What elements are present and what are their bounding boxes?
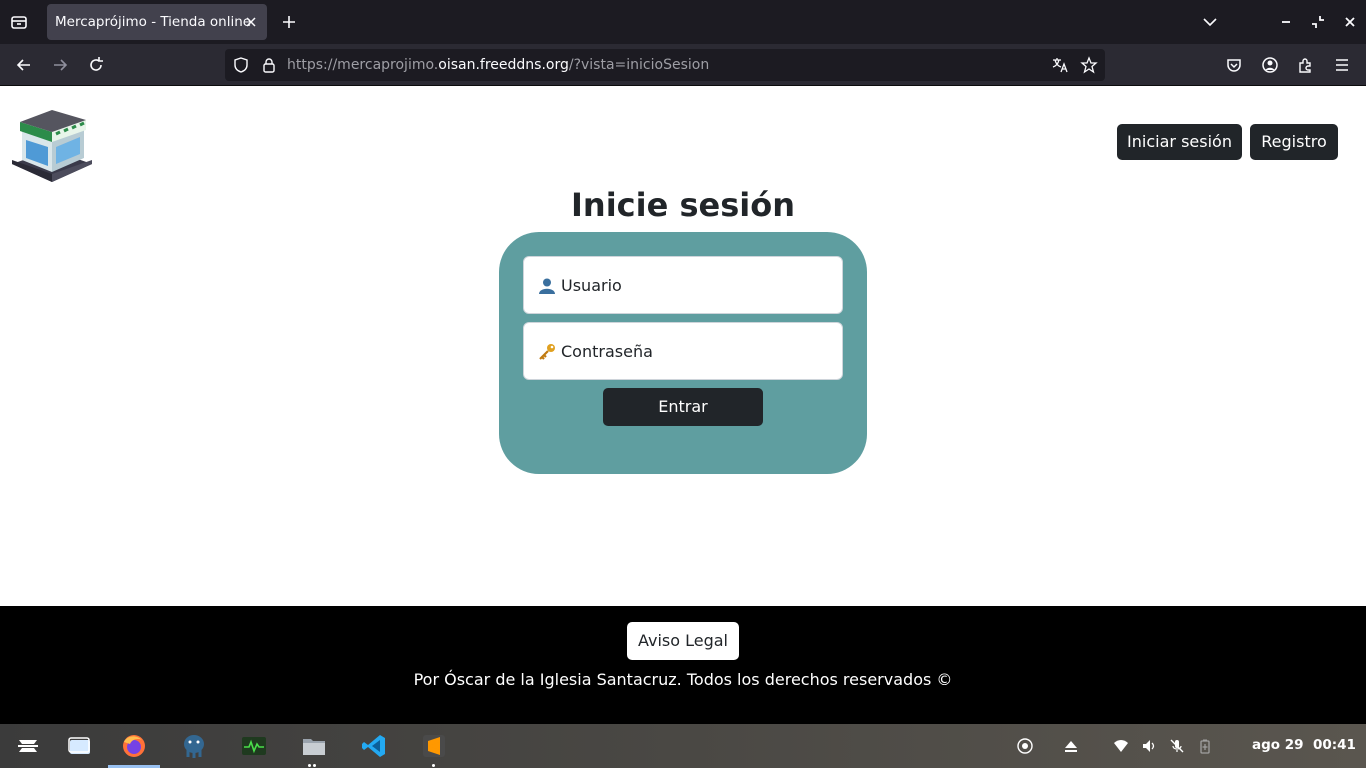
running-dot xyxy=(432,764,435,767)
workspaces-icon[interactable] xyxy=(66,732,94,760)
login-nav-button[interactable]: Iniciar sesión xyxy=(1117,124,1242,160)
minimize-icon[interactable] xyxy=(1276,12,1296,32)
password-field[interactable]: Contraseña xyxy=(523,322,843,380)
back-icon[interactable] xyxy=(14,55,34,75)
shield-icon[interactable] xyxy=(232,56,250,74)
account-icon[interactable] xyxy=(1260,55,1280,75)
browser-tab-bar: Mercaprójimo - Tienda online xyxy=(0,0,1366,44)
running-dot xyxy=(308,764,311,767)
forward-icon[interactable] xyxy=(50,55,70,75)
key-icon xyxy=(537,342,557,362)
tab-list-icon[interactable] xyxy=(9,12,29,32)
sublime-text-icon[interactable] xyxy=(420,732,448,760)
menu-icon[interactable] xyxy=(1332,55,1352,75)
bookmark-star-icon[interactable] xyxy=(1080,56,1098,74)
close-tab-icon[interactable] xyxy=(243,14,259,30)
tab-title: Mercaprójimo - Tienda online xyxy=(55,14,252,30)
new-tab-icon[interactable] xyxy=(281,14,297,30)
battery-icon[interactable] xyxy=(1197,738,1213,754)
pocket-icon[interactable] xyxy=(1224,55,1244,75)
files-icon[interactable] xyxy=(300,732,328,760)
submit-button[interactable]: Entrar xyxy=(603,388,763,426)
obs-tray-icon[interactable] xyxy=(1017,738,1033,754)
password-placeholder: Contraseña xyxy=(561,342,653,361)
restore-icon[interactable] xyxy=(1308,12,1328,32)
page-title: Inicie sesión xyxy=(571,186,795,224)
login-form: Usuario Contraseña Entrar xyxy=(499,232,867,474)
username-field[interactable]: Usuario xyxy=(523,256,843,314)
browser-tab-active[interactable]: Mercaprójimo - Tienda online xyxy=(47,4,267,40)
vscode-icon[interactable] xyxy=(360,732,388,760)
lock-icon[interactable] xyxy=(260,56,278,74)
running-dot xyxy=(313,764,316,767)
username-placeholder: Usuario xyxy=(561,276,622,295)
extensions-icon[interactable] xyxy=(1296,55,1316,75)
volume-icon[interactable] xyxy=(1141,738,1157,754)
eject-icon[interactable] xyxy=(1063,738,1079,754)
pgadmin-icon[interactable] xyxy=(180,732,208,760)
clock-date: ago 29 xyxy=(1252,737,1304,753)
close-window-icon[interactable] xyxy=(1340,12,1360,32)
web-page: Iniciar sesión Registro Inicie sesión Us… xyxy=(0,86,1366,606)
firefox-icon[interactable] xyxy=(120,732,148,760)
list-all-tabs-icon[interactable] xyxy=(1200,12,1220,32)
legal-notice-button[interactable]: Aviso Legal xyxy=(627,622,739,660)
clock-time: 00:41 xyxy=(1312,737,1356,753)
reload-icon[interactable] xyxy=(86,55,106,75)
store-logo-icon[interactable] xyxy=(10,100,94,184)
zorin-menu-icon[interactable] xyxy=(14,732,42,760)
user-icon xyxy=(537,276,557,296)
taskbar: ago 29 00:41 xyxy=(0,724,1366,768)
translate-icon[interactable] xyxy=(1051,56,1069,74)
browser-nav-bar: https://mercaprojimo.oisan.freeddns.org/… xyxy=(0,44,1366,86)
microphone-muted-icon[interactable] xyxy=(1169,738,1185,754)
url-text: https://mercaprojimo.oisan.freeddns.org/… xyxy=(287,57,710,73)
url-bar[interactable]: https://mercaprojimo.oisan.freeddns.org/… xyxy=(225,49,1105,81)
copyright-text: Por Óscar de la Iglesia Santacruz. Todos… xyxy=(413,670,953,689)
page-footer: Aviso Legal Por Óscar de la Iglesia Sant… xyxy=(0,606,1366,724)
register-button[interactable]: Registro xyxy=(1250,124,1338,160)
system-monitor-icon[interactable] xyxy=(240,732,268,760)
wifi-icon[interactable] xyxy=(1113,738,1129,754)
clock[interactable]: ago 29 00:41 xyxy=(1252,737,1356,753)
